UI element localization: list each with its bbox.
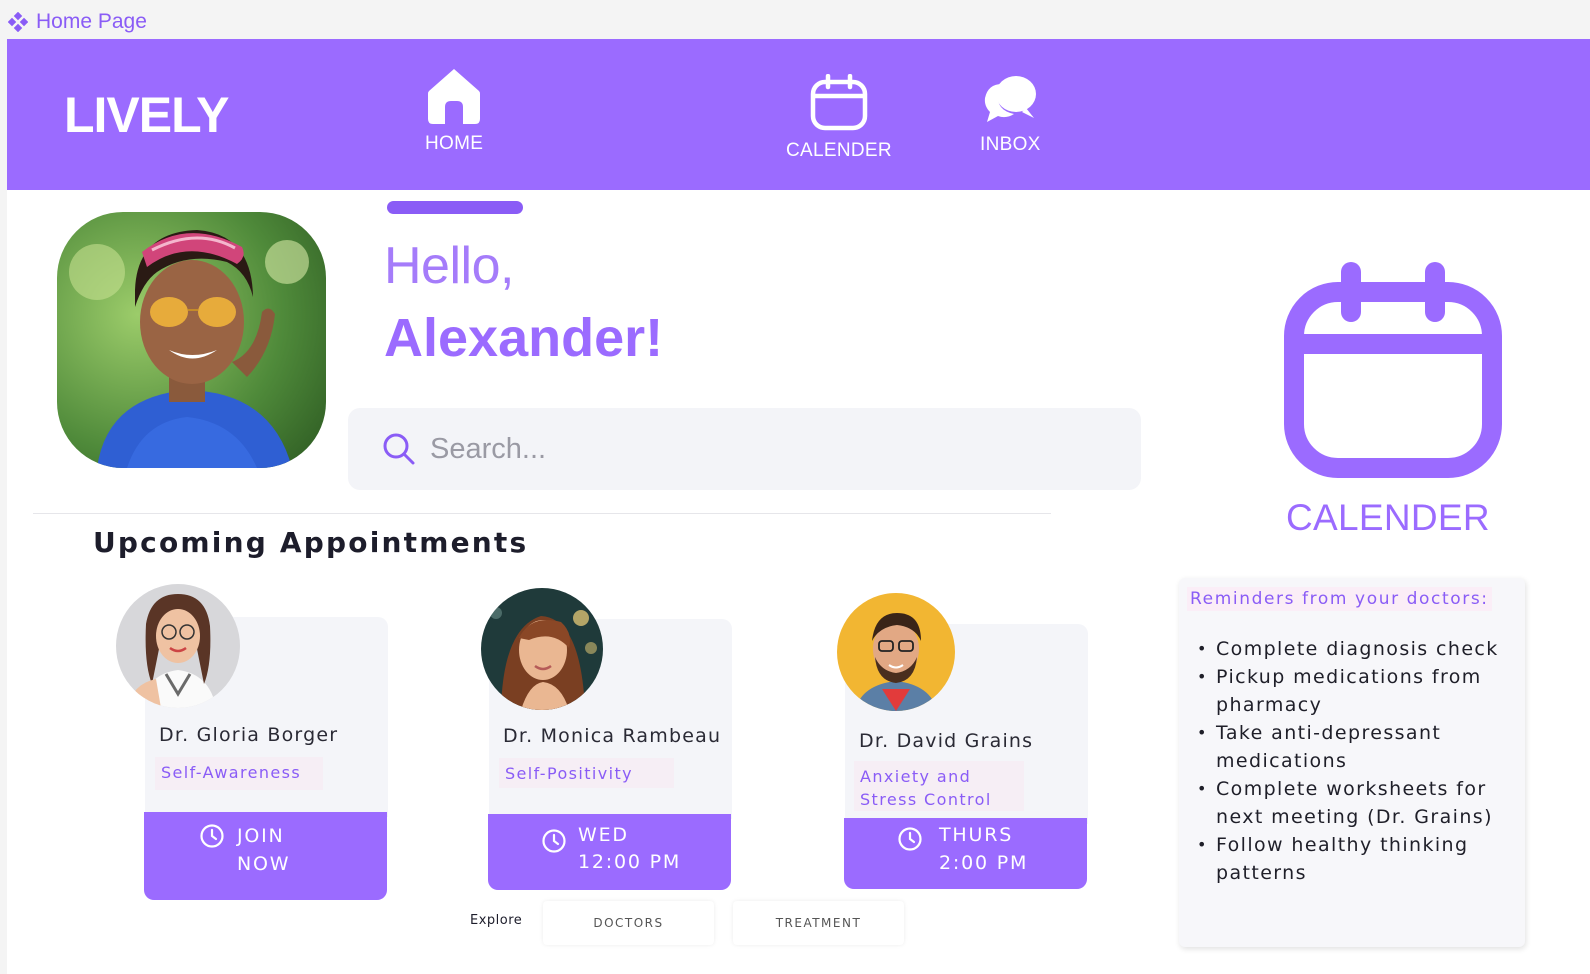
search-bar[interactable] [348, 408, 1141, 490]
doctor-avatar [116, 584, 240, 708]
clock-icon [200, 824, 224, 848]
frame-label: Home Page [8, 9, 147, 35]
appointment-time-line2: NOW [237, 853, 291, 875]
reminders-title: Reminders from your doctors: [1187, 587, 1492, 611]
greeting-username: Alexander! [384, 308, 664, 368]
reminder-item: Pickup medications from pharmacy [1197, 663, 1519, 719]
specialty-tag: Self-Awareness [155, 757, 323, 790]
search-icon [383, 433, 415, 465]
frame-title: Home Page [36, 10, 147, 33]
appointment-day: WED [578, 824, 629, 846]
nav-calendar-label: CALENDER [786, 140, 892, 161]
home-icon [428, 69, 481, 124]
user-photo [57, 212, 326, 468]
brand-logo[interactable]: LIVELY [64, 86, 229, 144]
clock-icon [898, 827, 922, 851]
reminder-item: Complete worksheets for next meeting (Dr… [1197, 775, 1519, 831]
treatment-button[interactable]: TREATMENT [733, 901, 904, 945]
join-now-button[interactable]: JOIN NOW [144, 812, 387, 900]
nav-calendar[interactable]: CALENDER [786, 74, 892, 162]
doctor-name: Dr. Monica Rambeau [503, 725, 722, 747]
specialty-tag: Anxiety and Stress Control [854, 761, 1024, 811]
nav-home-label: HOME [425, 133, 484, 154]
appointments-heading: Upcoming Appointments [93, 526, 529, 559]
appointment-day: THURS [939, 824, 1014, 846]
calendar-widget-label: CALENDER [1286, 497, 1490, 538]
clock-icon [542, 829, 566, 853]
active-tab-indicator [387, 201, 523, 214]
appointment-time-button[interactable]: THURS 2:00 PM [844, 818, 1087, 889]
reminder-item: Follow healthy thinking patterns [1197, 831, 1519, 887]
doctor-avatar [481, 588, 603, 710]
component-diamond-icon [8, 12, 28, 32]
search-input[interactable] [430, 432, 1030, 466]
doctors-button[interactable]: DOCTORS [543, 901, 714, 945]
reminder-item: Complete diagnosis check [1197, 635, 1519, 663]
greeting-hello: Hello, [384, 237, 514, 295]
top-navigation-bar: LIVELY HOME CALENDER INBOX [7, 39, 1590, 190]
nav-inbox-label: INBOX [980, 134, 1041, 155]
appointment-time-line1: JOIN [237, 825, 285, 847]
doctor-avatar [837, 593, 955, 711]
home-page: LIVELY HOME CALENDER INBOX Hello, Alexan… [7, 39, 1590, 974]
appointment-time: 12:00 PM [578, 851, 682, 873]
calendar-icon [1284, 262, 1502, 478]
doctor-name: Dr. David Grains [859, 730, 1034, 752]
appointment-time-button[interactable]: WED 12:00 PM [488, 814, 731, 890]
section-divider [33, 513, 1051, 514]
reminder-item: Take anti-depressant medications [1197, 719, 1519, 775]
explore-label: Explore [470, 913, 523, 928]
appointment-time: 2:00 PM [939, 852, 1029, 874]
reminders-panel: Reminders from your doctors: Complete di… [1179, 578, 1525, 947]
chat-bubbles-icon [985, 76, 1037, 122]
specialty-tag: Self-Positivity [499, 758, 674, 788]
nav-inbox[interactable]: INBOX [980, 72, 1041, 156]
reminders-list: Complete diagnosis check Pickup medicati… [1197, 635, 1519, 887]
nav-home[interactable]: HOME [425, 67, 483, 155]
doctor-name: Dr. Gloria Borger [159, 724, 339, 746]
calendar-icon [810, 74, 868, 131]
user-avatar[interactable] [57, 212, 326, 468]
